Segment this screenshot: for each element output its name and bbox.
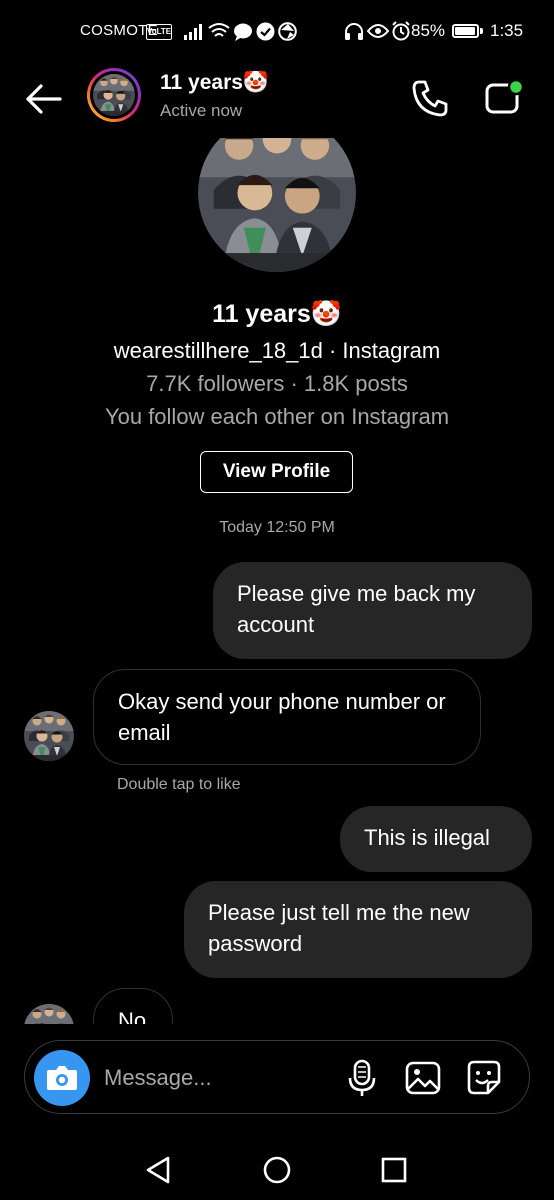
check-notification-icon [256,22,275,41]
avatar-image [24,711,74,761]
headphones-icon [345,23,363,40]
wifi-icon [208,23,230,37]
sticker-icon[interactable] [466,1058,502,1098]
profile-username: wearestillhere_18_1d · Instagram [113,338,441,363]
volte-badge: VoLTE [146,24,172,40]
mutual-follow-note: You follow each other on Instagram [104,404,450,429]
view-profile-button[interactable]: View Profile [200,451,353,493]
header-username[interactable]: 11 years🤡 [160,71,269,95]
message-thread[interactable]: 11 years🤡 wearestillhere_18_1d · Instagr… [0,138,554,1024]
message-input[interactable] [104,1058,334,1098]
battery-level-fill [455,27,475,35]
message-bubble-sent[interactable]: Please just tell me the new password [184,881,532,978]
video-call-icon[interactable] [484,78,526,116]
alarm-icon [392,21,410,41]
chat-notification-icon [234,23,252,41]
message-bubble-sent[interactable]: Please give me back my account [213,562,532,659]
battery-tip [480,28,483,34]
signal-icon [184,24,202,40]
nav-recents-icon[interactable] [374,1150,414,1190]
camera-button[interactable] [34,1050,90,1106]
gallery-icon[interactable] [405,1058,441,1098]
message-bubble-sent[interactable]: This is illegal [340,806,532,872]
back-arrow-icon[interactable] [22,78,64,120]
profile-name: 11 years🤡 [212,300,342,328]
eye-icon [367,24,389,38]
header-avatar[interactable] [87,68,141,122]
battery-icon [452,24,479,38]
nav-back-icon[interactable] [138,1150,178,1190]
message-timestamp: Today 12:50 PM [219,519,335,536]
message-bubble-received[interactable]: Okay send your phone number or email [93,669,481,765]
profile-stats: 7.7K followers · 1.8K posts [146,371,408,396]
double-tap-hint: Double tap to like [117,776,241,793]
clock: 1:35 [490,21,524,40]
sender-avatar[interactable] [24,711,74,761]
avatar-image [198,138,356,272]
nav-home-icon[interactable] [257,1150,297,1190]
avatar-image [93,74,135,116]
message-bubble-received[interactable]: No [93,988,173,1024]
sender-avatar[interactable] [24,1004,74,1024]
phone-call-icon[interactable] [410,78,450,118]
battery-percent: 85% [411,21,446,40]
camera-icon [47,1066,77,1090]
active-status: Active now [160,101,243,120]
microphone-icon[interactable] [344,1058,380,1098]
avatar-image [24,1004,74,1024]
profile-avatar[interactable] [198,138,356,272]
status-bar: COSMOTE VoLTE 85% 1:35 [0,0,554,64]
app-notification-icon [278,22,297,41]
